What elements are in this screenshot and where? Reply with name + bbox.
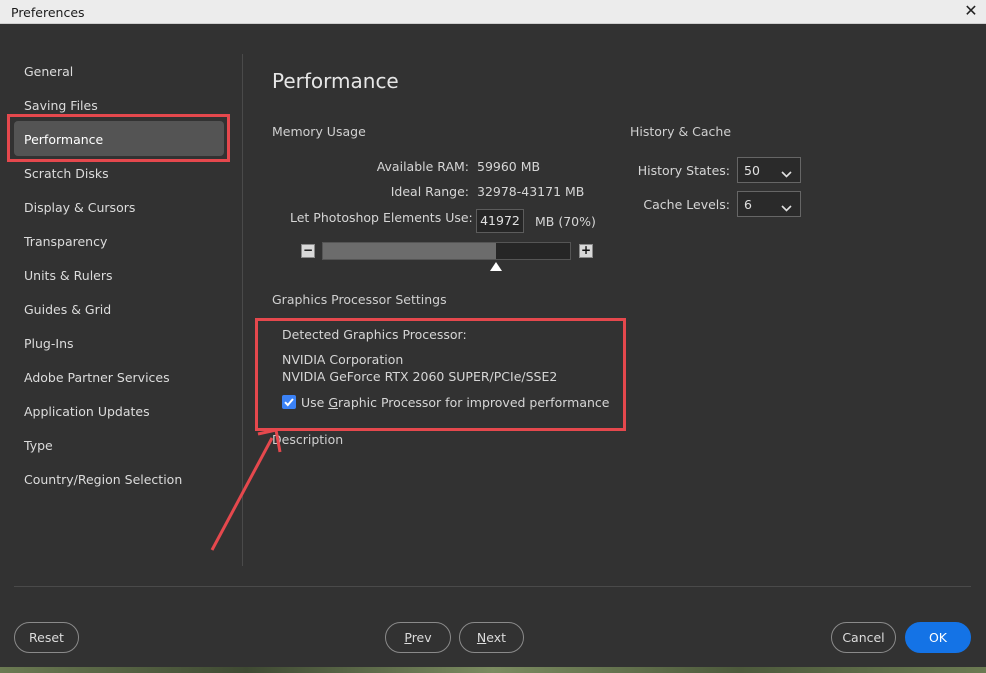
page-title: Performance (272, 69, 399, 93)
title-bar: Preferences ✕ (0, 0, 986, 24)
sidebar-item-guides-grid[interactable]: Guides & Grid (24, 300, 111, 320)
next-label: ext (486, 630, 507, 645)
use-gpu-label-mnemonic: G (328, 395, 339, 410)
chevron-down-icon (781, 166, 792, 181)
cancel-button[interactable]: Cancel (831, 622, 896, 653)
sidebar-item-application-updates[interactable]: Application Updates (24, 402, 150, 422)
cache-levels-select[interactable]: 6 (737, 191, 801, 217)
cache-levels-value: 6 (744, 197, 752, 212)
detected-gpu-label: Detected Graphics Processor: (282, 327, 467, 342)
sidebar-item-general[interactable]: General (24, 62, 73, 82)
memory-decrease-button[interactable]: − (301, 244, 315, 258)
sidebar-item-adobe-partner-services[interactable]: Adobe Partner Services (24, 368, 170, 388)
chevron-down-icon (781, 200, 792, 215)
history-states-select[interactable]: 50 (737, 157, 801, 183)
gpu-vendor: NVIDIA Corporation (282, 352, 404, 367)
reset-button[interactable]: Reset (14, 622, 79, 653)
memory-amount-input[interactable]: 41972 (476, 209, 524, 233)
sidebar-item-transparency[interactable]: Transparency (24, 232, 107, 252)
gpu-settings-heading: Graphics Processor Settings (272, 292, 447, 307)
prev-label: rev (411, 630, 432, 645)
next-button[interactable]: Next (459, 622, 524, 653)
use-gpu-label-pre: Use (301, 395, 329, 410)
close-icon[interactable]: ✕ (962, 2, 980, 20)
sidebar-item-saving-files[interactable]: Saving Files (24, 96, 98, 116)
available-ram-label: Available RAM: (376, 159, 469, 174)
let-use-label: Let Photoshop Elements Use: (290, 210, 473, 225)
history-states-value: 50 (744, 163, 760, 178)
available-ram-value: 59960 MB (477, 159, 541, 174)
sidebar-item-units-rulers[interactable]: Units & Rulers (24, 266, 113, 286)
memory-usage-heading: Memory Usage (272, 124, 366, 139)
sidebar-item-plug-ins[interactable]: Plug-Ins (24, 334, 74, 354)
prev-mnemonic: P (404, 630, 412, 645)
sidebar-item-type[interactable]: Type (24, 436, 53, 456)
preferences-dialog: General Saving Files Performance Scratch… (0, 24, 986, 667)
gpu-model: NVIDIA GeForce RTX 2060 SUPER/PCIe/SSE2 (282, 369, 558, 384)
ideal-range-value: 32978-43171 MB (477, 184, 585, 199)
annotation-arrow-icon (210, 428, 282, 551)
cache-levels-label: Cache Levels: (643, 197, 730, 212)
sidebar-item-country-region[interactable]: Country/Region Selection (24, 470, 182, 490)
memory-increase-button[interactable]: + (579, 244, 593, 258)
sidebar-item-scratch-disks[interactable]: Scratch Disks (24, 164, 109, 184)
memory-slider-fill (323, 243, 496, 259)
memory-slider-thumb[interactable] (490, 262, 503, 271)
sidebar-item-performance[interactable]: Performance (24, 130, 103, 150)
use-gpu-label[interactable]: Use Graphic Processor for improved perfo… (301, 395, 609, 410)
ideal-range-label: Ideal Range: (390, 184, 469, 199)
use-gpu-label-post: raphic Processor for improved performanc… (338, 395, 610, 410)
history-cache-heading: History & Cache (630, 124, 732, 139)
footer-divider (14, 586, 971, 587)
memory-percent-label: MB (70%) (535, 214, 596, 229)
next-mnemonic: N (476, 630, 487, 645)
prev-button[interactable]: Prev (385, 622, 451, 653)
history-states-label: History States: (637, 163, 730, 178)
window-title: Preferences (11, 5, 85, 20)
sidebar-item-display-cursors[interactable]: Display & Cursors (24, 198, 135, 218)
ok-button[interactable]: OK (905, 622, 971, 653)
desktop-background-strip (0, 667, 986, 673)
memory-slider-track[interactable] (322, 242, 571, 260)
